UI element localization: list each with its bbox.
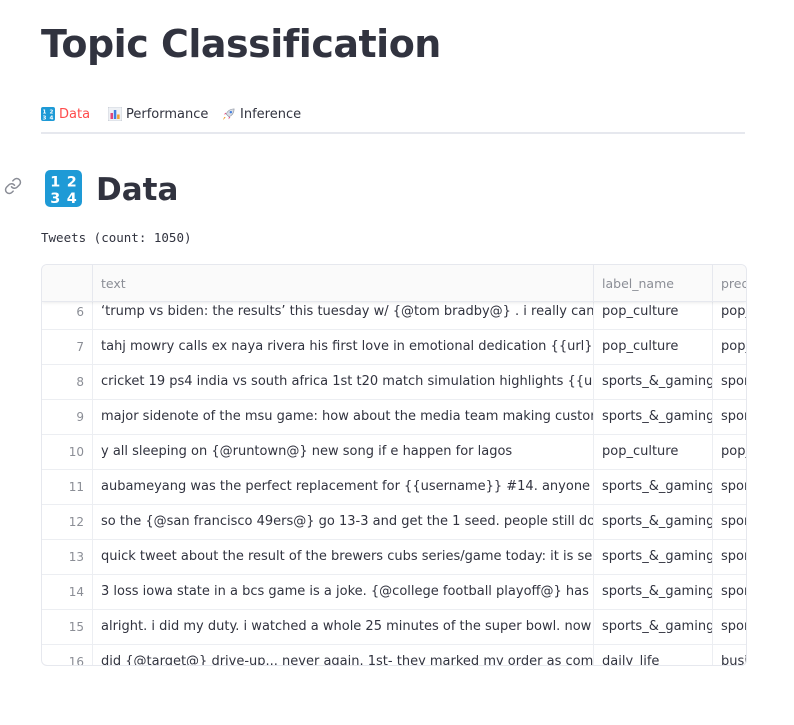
cell-label-name[interactable]: sports_&_gaming [594, 575, 713, 609]
cell-text[interactable]: ‘trump vs biden: the results’ this tuesd… [93, 301, 594, 329]
cell-text[interactable]: so the {@san francisco 49ers@} go 13-3 a… [93, 505, 594, 539]
tab-bar: 1234 Data Performance Inference [41, 96, 745, 134]
cell-pred[interactable]: sports_&_gaming [713, 575, 746, 609]
svg-text:1: 1 [43, 109, 47, 115]
cell-label-name[interactable]: sports_&_gaming [594, 400, 713, 434]
table-row[interactable]: 16 did {@target@} drive-up... never again… [42, 645, 746, 665]
section-title: Data [96, 172, 179, 208]
tab-performance[interactable]: Performance [108, 96, 208, 132]
cell-pred[interactable]: pop_culture [713, 301, 746, 329]
numbers-1234-icon: 1234 [45, 169, 82, 211]
table-row[interactable]: 8 cricket 19 ps4 india vs south africa 1s… [42, 365, 746, 400]
column-header-pred[interactable]: pred [713, 265, 746, 301]
bar-chart-icon [108, 107, 122, 121]
cell-pred[interactable]: business [713, 645, 746, 665]
cell-label-name[interactable]: sports_&_gaming [594, 540, 713, 574]
svg-text:2: 2 [67, 174, 77, 190]
cell-pred[interactable]: sports_&_gaming [713, 540, 746, 574]
tab-data[interactable]: 1234 Data [41, 96, 91, 134]
svg-text:4: 4 [50, 116, 54, 121]
cell-text[interactable]: did {@target@} drive-up... never again. … [93, 645, 594, 665]
cell-label-name[interactable]: sports_&_gaming [594, 505, 713, 539]
svg-text:3: 3 [50, 190, 60, 206]
svg-text:2: 2 [50, 109, 54, 115]
cell-label-name[interactable]: daily_life [594, 645, 713, 665]
column-header-text[interactable]: text [93, 265, 594, 301]
row-index[interactable]: 12 [42, 505, 93, 539]
cell-text[interactable]: quick tweet about the result of the brew… [93, 540, 594, 574]
table-row[interactable]: 15 alright. i did my duty. i watched a wh… [42, 610, 746, 645]
row-index[interactable]: 7 [42, 330, 93, 364]
row-index[interactable]: 9 [42, 400, 93, 434]
cell-text[interactable]: alright. i did my duty. i watched a whol… [93, 610, 594, 644]
table-row[interactable]: 11 aubameyang was the perfect replacement… [42, 470, 746, 505]
cell-label-name[interactable]: pop_culture [594, 330, 713, 364]
table-row[interactable]: 12 so the {@san francisco 49ers@} go 13-3… [42, 505, 746, 540]
table-body[interactable]: 6 ‘trump vs biden: the results’ this tues… [42, 301, 746, 665]
cell-text[interactable]: cricket 19 ps4 india vs south africa 1st… [93, 365, 594, 399]
column-header-label-name[interactable]: label_name [594, 265, 713, 301]
cell-pred[interactable]: sports_&_gaming [713, 610, 746, 644]
cell-text[interactable]: aubameyang was the perfect replacement f… [93, 470, 594, 504]
section-heading: 1234 Data [45, 169, 179, 211]
row-index[interactable]: 13 [42, 540, 93, 574]
row-index[interactable]: 8 [42, 365, 93, 399]
tab-label: Inference [240, 106, 302, 122]
row-index[interactable]: 11 [42, 470, 93, 504]
page-title: Topic Classification [41, 22, 441, 66]
table-row[interactable]: 6 ‘trump vs biden: the results’ this tues… [42, 301, 746, 330]
tab-divider [41, 132, 745, 134]
table-header: text label_name pred [42, 265, 746, 302]
row-index[interactable]: 14 [42, 575, 93, 609]
cell-text[interactable]: 3 loss iowa state in a bcs game is a jok… [93, 575, 594, 609]
cell-text[interactable]: major sidenote of the msu game: how abou… [93, 400, 594, 434]
tab-label: Data [59, 106, 91, 122]
tab-label: Performance [126, 106, 209, 122]
cell-pred[interactable]: sports_&_gaming [713, 365, 746, 399]
cell-label-name[interactable]: sports_&_gaming [594, 610, 713, 644]
cell-pred[interactable]: pop_culture [713, 330, 746, 364]
svg-text:4: 4 [67, 190, 77, 206]
cell-pred[interactable]: sports_&_gaming [713, 505, 746, 539]
cell-label-name[interactable]: sports_&_gaming [594, 365, 713, 399]
cell-text[interactable]: y all sleeping on {@runtown@} new song i… [93, 435, 594, 469]
rocket-icon [221, 107, 236, 122]
table-row[interactable]: 9 major sidenote of the msu game: how abo… [42, 400, 746, 435]
tab-inference[interactable]: Inference [221, 96, 301, 132]
table-caption: Tweets (count: 1050) [41, 230, 192, 245]
cell-label-name[interactable]: pop_culture [594, 435, 713, 469]
index-column-header[interactable] [42, 265, 93, 301]
cell-pred[interactable]: sports_&_gaming [713, 400, 746, 434]
cell-text[interactable]: tahj mowry calls ex naya rivera his firs… [93, 330, 594, 364]
anchor-link-icon[interactable] [4, 177, 22, 199]
row-index[interactable]: 16 [42, 645, 93, 665]
table-row[interactable]: 7 tahj mowry calls ex naya rivera his fir… [42, 330, 746, 365]
row-index[interactable]: 6 [42, 301, 93, 329]
table-row[interactable]: 13 quick tweet about the result of the br… [42, 540, 746, 575]
cell-pred[interactable]: sports_&_gaming [713, 470, 746, 504]
row-index[interactable]: 10 [42, 435, 93, 469]
cell-pred[interactable]: pop_culture [713, 435, 746, 469]
svg-text:3: 3 [43, 116, 47, 121]
numbers-1234-icon: 1234 [41, 107, 55, 121]
row-index[interactable]: 15 [42, 610, 93, 644]
cell-label-name[interactable]: pop_culture [594, 301, 713, 329]
table-row[interactable]: 10 y all sleeping on {@runtown@} new song… [42, 435, 746, 470]
cell-label-name[interactable]: sports_&_gaming [594, 470, 713, 504]
data-table[interactable]: text label_name pred 6 ‘trump vs biden: t… [41, 264, 747, 666]
svg-text:1: 1 [50, 174, 60, 190]
table-row[interactable]: 14 3 loss iowa state in a bcs game is a j… [42, 575, 746, 610]
